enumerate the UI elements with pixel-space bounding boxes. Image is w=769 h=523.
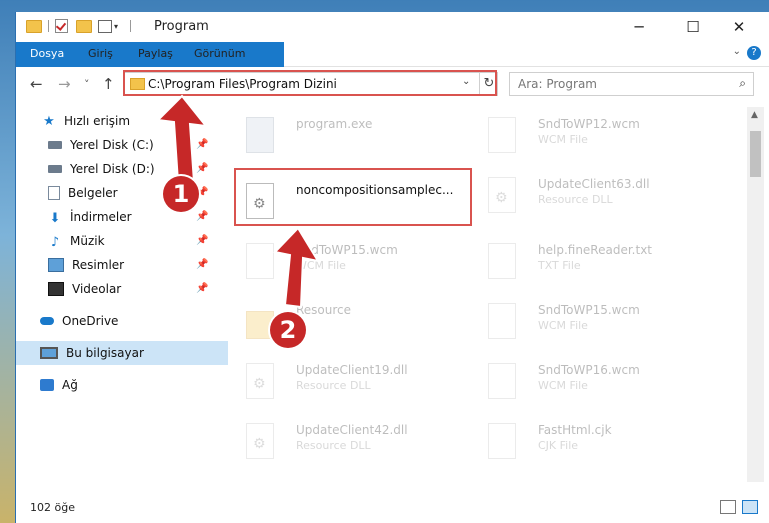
search-box[interactable]: Ara: Program ⌕ [509, 72, 754, 96]
gear-file-icon: ⚙ [488, 177, 516, 213]
navigation-bar: ← → ˅ ↑ C:\Program Files\Program Dizini … [16, 67, 769, 101]
file-item[interactable]: ⚙ UpdateClient63.dll Resource DLL [480, 171, 720, 229]
file-item[interactable]: help.fineReader.txt TXT File [480, 237, 720, 295]
search-icon[interactable]: ⌕ [739, 76, 746, 91]
network-icon [40, 379, 54, 391]
disk-icon [48, 165, 62, 173]
details-view-icon[interactable] [720, 500, 736, 514]
file-item[interactable]: FastHtml.cjk CJK File [480, 417, 720, 475]
properties-check-icon[interactable] [55, 19, 68, 33]
videos-icon [48, 282, 64, 296]
exe-icon [246, 117, 274, 153]
pictures-icon [48, 258, 64, 272]
disk-icon [48, 141, 62, 149]
folder-icon [26, 19, 42, 33]
pc-icon [40, 347, 58, 359]
pin-icon: 📌 [196, 235, 209, 246]
file-icon [246, 243, 274, 279]
file-item[interactable]: SndToWP15.wcm WCM File [480, 297, 720, 355]
sidebar-item-label: Videolar [72, 282, 122, 296]
pin-icon: 📌 [196, 283, 209, 294]
sidebar-item-documents[interactable]: Belgeler 📌 [16, 181, 243, 205]
sidebar-item-label: Hızlı erişim [64, 114, 131, 128]
sidebar-item-label: Yerel Disk (C:) [70, 138, 154, 152]
status-bar: 102 öğe [16, 494, 769, 520]
search-input[interactable]: Ara: Program [518, 77, 597, 91]
download-icon: ⬇ [49, 211, 61, 226]
file-icon [488, 303, 516, 339]
gear-file-icon: ⚙ [246, 363, 274, 399]
sidebar-item-label: Ağ [62, 378, 78, 392]
recent-locations-button[interactable]: ˅ [84, 78, 90, 91]
up-button[interactable]: ↑ [102, 75, 115, 93]
sidebar-item-label: Yerel Disk (D:) [70, 162, 155, 176]
pin-icon: 📌 [196, 259, 209, 270]
step-2-badge: 2 [270, 312, 306, 348]
document-icon [48, 186, 60, 200]
maximize-button[interactable]: ☐ [670, 12, 716, 42]
file-item[interactable]: SndToWP15.wcm WCM File [238, 237, 478, 295]
file-icon [488, 117, 516, 153]
quick-access-toolbar: ▾ [26, 19, 137, 33]
file-list: program.exe SndToWP12.wcm WCM File ⚙ non… [228, 107, 756, 482]
file-icon [488, 243, 516, 279]
explorer-window: ▾ Program ─ ☐ ✕ Dosya Giriş Paylaş Görün… [15, 12, 769, 523]
file-item[interactable]: ⚙ UpdateClient19.dll Resource DLL [238, 357, 478, 415]
item-count: 102 öğe [30, 501, 75, 514]
window-title: Program [154, 19, 209, 34]
pin-icon: 📌 [196, 211, 209, 222]
customize-icon[interactable] [98, 19, 112, 33]
sidebar-item-network[interactable]: Ağ [16, 373, 235, 397]
file-icon [488, 363, 516, 399]
pin-icon: 📌 [196, 163, 209, 174]
help-icon[interactable]: ? [747, 46, 761, 60]
minimize-button[interactable]: ─ [616, 12, 662, 42]
file-item[interactable]: SndToWP12.wcm WCM File [480, 111, 720, 169]
navigation-pane: ★ Hızlı erişim Yerel Disk (C:) 📌 Yerel D… [16, 107, 235, 482]
sidebar-item-quick-access[interactable]: ★ Hızlı erişim [16, 109, 237, 133]
scroll-up-icon[interactable]: ▲ [751, 110, 758, 120]
tab-view[interactable]: Görünüm [182, 42, 257, 66]
tab-home[interactable]: Giriş [76, 42, 125, 66]
scrollbar-thumb[interactable] [750, 131, 761, 177]
ribbon-expand-icon[interactable]: ⌄ [733, 46, 741, 57]
file-item[interactable]: ⚙ UpdateClient42.dll Resource DLL [238, 417, 478, 475]
file-item[interactable]: program.exe [238, 111, 478, 169]
file-icon [488, 423, 516, 459]
pin-icon: 📌 [196, 139, 209, 150]
sidebar-item-music[interactable]: ♪ Müzik 📌 [16, 229, 243, 253]
chevron-down-icon[interactable]: ▾ [114, 22, 118, 31]
sidebar-item-label: Müzik [70, 234, 105, 248]
sidebar-item-label: İndirmeler [70, 210, 132, 224]
sidebar-item-this-pc[interactable]: Bu bilgisayar [16, 341, 235, 365]
sidebar-item-disk-d[interactable]: Yerel Disk (D:) 📌 [16, 157, 243, 181]
sidebar-item-videos[interactable]: Videolar 📌 [16, 277, 243, 301]
sidebar-item-downloads[interactable]: ⬇ İndirmeler 📌 [16, 205, 243, 229]
large-icons-view-icon[interactable] [742, 500, 758, 514]
file-item[interactable]: SndToWP16.wcm WCM File [480, 357, 720, 415]
sidebar-item-disk-c[interactable]: Yerel Disk (C:) 📌 [16, 133, 243, 157]
sidebar-item-label: OneDrive [62, 314, 119, 328]
step-1-badge: 1 [163, 176, 199, 212]
sidebar-item-label: Bu bilgisayar [66, 346, 144, 360]
address-highlight-box [123, 70, 497, 96]
vertical-scrollbar[interactable]: ▲ [747, 107, 764, 482]
gear-file-icon: ⚙ [246, 423, 274, 459]
file-highlight-box [234, 168, 472, 226]
cloud-icon [40, 317, 54, 325]
sidebar-item-label: Belgeler [68, 186, 118, 200]
star-icon: ★ [43, 113, 55, 129]
ribbon-tabs: Dosya Giriş Paylaş Görünüm ⌄ ? [16, 42, 769, 100]
new-folder-icon[interactable] [76, 19, 92, 33]
forward-button[interactable]: → [58, 75, 71, 93]
sidebar-item-label: Resimler [72, 258, 125, 272]
title-bar: ▾ Program ─ ☐ ✕ [16, 12, 769, 42]
back-button[interactable]: ← [30, 75, 43, 93]
sidebar-item-pictures[interactable]: Resimler 📌 [16, 253, 243, 277]
music-icon: ♪ [50, 235, 60, 250]
tab-share[interactable]: Paylaş [126, 42, 185, 66]
close-button[interactable]: ✕ [716, 12, 762, 42]
sidebar-item-onedrive[interactable]: OneDrive [16, 309, 235, 333]
